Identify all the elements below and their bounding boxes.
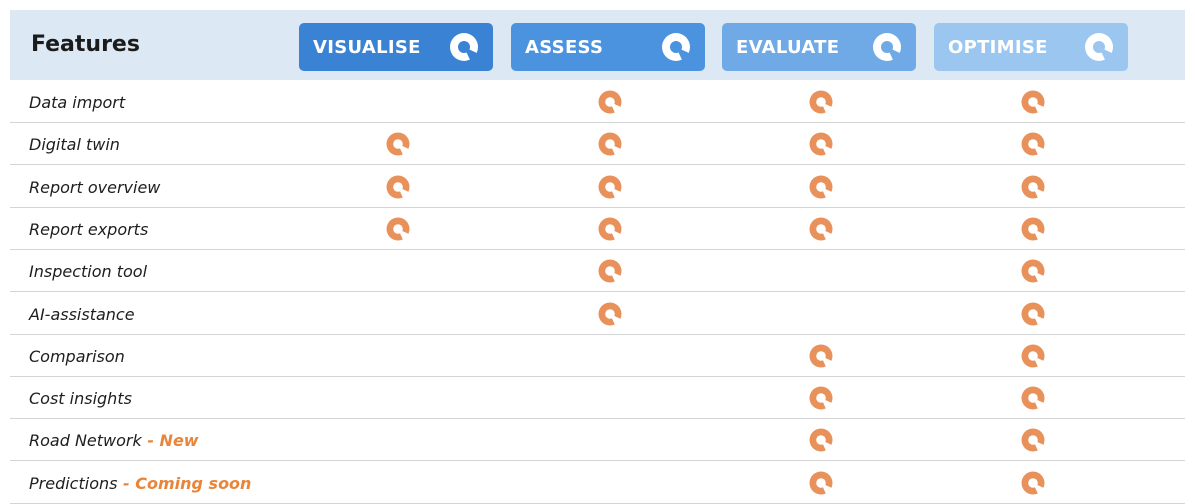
brand-q-icon (662, 33, 691, 62)
table-row: Predictions - Coming soon (10, 462, 1185, 504)
table-row: Comparison (10, 335, 1185, 377)
feature-name: Report exports (29, 220, 148, 239)
brand-q-icon (598, 132, 622, 157)
feature-name: Report overview (29, 178, 160, 197)
feature-name: Predictions - Coming soon (29, 474, 251, 493)
brand-q-icon (1021, 90, 1045, 114)
brand-q-icon (809, 90, 833, 114)
plan-assess-button[interactable]: ASSESS (511, 23, 705, 71)
table-row: Digital twin (10, 123, 1185, 166)
table-row: Cost insights (10, 377, 1185, 420)
feature-name: Inspection tool (29, 262, 147, 281)
table-row: AI-assistance (10, 293, 1185, 335)
feature-label: Report overview (29, 177, 161, 197)
plan-visualise-button[interactable]: VISUALISE (299, 23, 493, 71)
plan-visualise-label: VISUALISE (313, 36, 421, 58)
table-row: Inspection tool (10, 250, 1185, 293)
plan-evaluate-button[interactable]: EVALUATE (722, 23, 916, 71)
brand-q-icon (598, 90, 622, 114)
brand-q-icon (1021, 217, 1045, 241)
table-row: Road Network - New (10, 419, 1185, 462)
brand-q-icon (809, 132, 833, 157)
feature-label: Inspection tool (29, 262, 148, 282)
brand-q-icon (809, 344, 833, 368)
brand-q-icon (386, 217, 410, 241)
feature-label: Predictions (29, 473, 118, 493)
brand-q-icon (1021, 302, 1045, 326)
feature-label: Road Network (29, 431, 142, 451)
brand-q-icon (598, 217, 622, 241)
table-row: Report exports (10, 208, 1185, 250)
plan-evaluate-label: EVALUATE (736, 36, 840, 58)
feature-tag: - Coming soon (117, 473, 252, 493)
table-header: Features VISUALISE ASSESS EVALUATE OPTIM… (10, 10, 1185, 80)
brand-q-icon (809, 471, 833, 495)
feature-label: AI-assistance (29, 304, 135, 324)
brand-q-icon (598, 302, 622, 326)
brand-q-icon (1021, 386, 1045, 411)
feature-comparison-table: Features VISUALISE ASSESS EVALUATE OPTIM… (10, 0, 1185, 504)
feature-name: AI-assistance (29, 305, 135, 324)
brand-q-icon (1021, 428, 1045, 453)
feature-name: Comparison (29, 347, 125, 366)
brand-q-icon (1021, 259, 1045, 284)
plan-optimise-button[interactable]: OPTIMISE (934, 23, 1128, 71)
brand-q-icon (1085, 33, 1114, 62)
brand-q-icon (1021, 175, 1045, 199)
brand-q-icon (1021, 344, 1045, 368)
brand-q-icon (598, 259, 622, 284)
brand-q-icon (386, 175, 410, 199)
features-title: Features (31, 32, 140, 57)
feature-label: Cost insights (29, 389, 132, 409)
feature-name: Digital twin (29, 135, 120, 154)
feature-label: Data import (29, 93, 126, 112)
plan-assess-label: ASSESS (525, 36, 604, 58)
plan-optimise-label: OPTIMISE (948, 36, 1048, 58)
feature-label: Report exports (29, 219, 149, 239)
brand-q-icon (1021, 471, 1045, 495)
feature-label: Digital twin (29, 135, 120, 155)
feature-name: Road Network - New (29, 431, 199, 450)
brand-q-icon (809, 428, 833, 453)
brand-q-icon (809, 175, 833, 199)
table-row: Data import (10, 81, 1185, 123)
brand-q-icon (809, 386, 833, 411)
feature-name: Data import (29, 93, 125, 112)
brand-q-icon (598, 175, 622, 199)
table-row: Report overview (10, 166, 1185, 208)
feature-name: Cost insights (29, 389, 132, 408)
brand-q-icon (809, 217, 833, 241)
brand-q-icon (873, 33, 902, 62)
brand-q-icon (450, 33, 479, 62)
feature-label: Comparison (29, 346, 125, 366)
brand-q-icon (386, 132, 410, 157)
feature-tag: - New (141, 431, 199, 451)
brand-q-icon (1021, 132, 1045, 157)
